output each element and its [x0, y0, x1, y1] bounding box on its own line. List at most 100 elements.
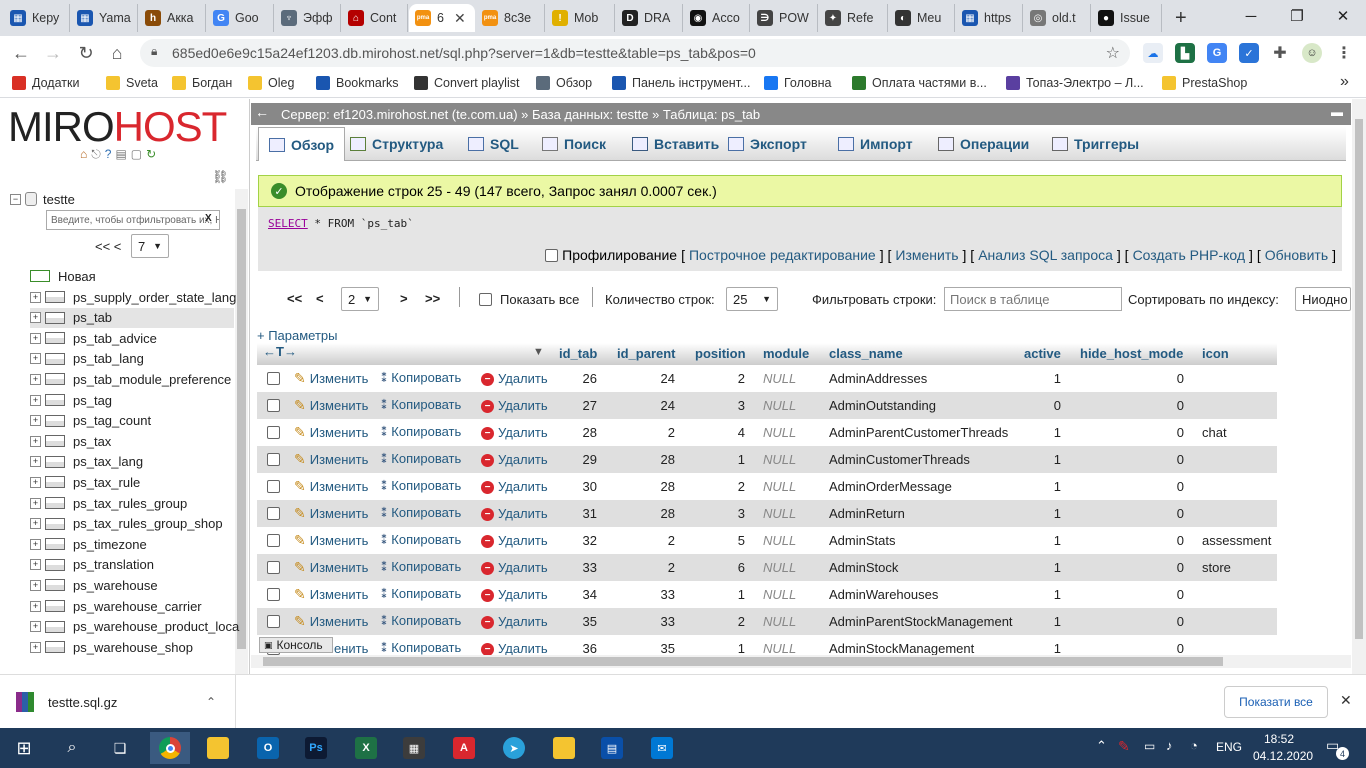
- cell-position[interactable]: 2: [738, 614, 745, 629]
- cell-id-tab[interactable]: 35: [583, 614, 597, 629]
- menu-tab[interactable]: Поиск: [532, 127, 616, 161]
- menu-tab[interactable]: Вставить: [622, 127, 729, 161]
- table-tree-item[interactable]: + ps_tax: [30, 431, 111, 451]
- delete-row-button[interactable]: − Удалить: [481, 559, 548, 575]
- column-menu-icon[interactable]: ▼: [533, 346, 544, 358]
- settings-icon[interactable]: ▢: [131, 147, 142, 162]
- cell-position[interactable]: 2: [738, 371, 745, 386]
- db-node-testte[interactable]: − testte: [10, 189, 75, 209]
- copy-row-button[interactable]: ⁑ Копировать: [381, 586, 461, 601]
- cell-hide-host-mode[interactable]: 0: [1177, 533, 1184, 548]
- table-icon[interactable]: [45, 641, 65, 654]
- table-tree-item[interactable]: + ps_tax_rule: [30, 472, 140, 492]
- bookmark-item[interactable]: Convert playlist: [414, 76, 519, 90]
- windows-start-icon[interactable]: ⊞: [4, 732, 44, 764]
- cell-module[interactable]: NULL: [763, 371, 796, 386]
- cell-active[interactable]: 1: [1054, 560, 1061, 575]
- cell-hide-host-mode[interactable]: 0: [1177, 425, 1184, 440]
- copy-row-button[interactable]: ⁑ Копировать: [381, 478, 461, 493]
- cell-class-name[interactable]: AdminParentCustomerThreads: [829, 425, 1008, 440]
- cell-id-tab[interactable]: 28: [583, 425, 597, 440]
- browser-tab[interactable]: ● Issue: [1092, 4, 1162, 32]
- cell-module[interactable]: NULL: [763, 398, 796, 413]
- cell-class-name[interactable]: AdminOrderMessage: [829, 479, 952, 494]
- expand-icon[interactable]: +: [30, 373, 41, 385]
- browser-tab[interactable]: ▦ https: [956, 4, 1023, 32]
- cell-active[interactable]: 1: [1054, 614, 1061, 629]
- puzzle-extensions-icon[interactable]: ✚: [1270, 43, 1290, 63]
- column-header[interactable]: position: [695, 346, 746, 361]
- cell-active[interactable]: 1: [1054, 641, 1061, 656]
- browser-tab[interactable]: ♆ Эфф: [275, 4, 341, 32]
- cell-id-parent[interactable]: 33: [661, 614, 675, 629]
- cell-class-name[interactable]: AdminCustomerThreads: [829, 452, 970, 467]
- table-tree-item[interactable]: + ps_translation: [30, 555, 154, 575]
- delete-row-button[interactable]: − Удалить: [481, 613, 548, 629]
- table-tree-item[interactable]: + ps_tab_advice: [30, 328, 157, 348]
- cell-class-name[interactable]: AdminReturn: [829, 506, 905, 521]
- row-checkbox[interactable]: [267, 534, 280, 547]
- home-icon[interactable]: ⌂: [80, 147, 87, 162]
- browser-tab[interactable]: pma 6 ✕: [409, 4, 475, 32]
- expand-icon[interactable]: +: [30, 641, 41, 653]
- inline-edit-link[interactable]: Построчное редактирование: [689, 247, 876, 263]
- row-checkbox[interactable]: [267, 399, 280, 412]
- bookmark-item[interactable]: Панель інструмент...: [612, 76, 750, 90]
- row-checkbox[interactable]: [267, 426, 280, 439]
- cell-module[interactable]: NULL: [763, 452, 796, 467]
- browser-tab[interactable]: ✦ Refe: [819, 4, 888, 32]
- cell-id-tab[interactable]: 34: [583, 587, 597, 602]
- nav-scrollbar-thumb[interactable]: [237, 209, 246, 649]
- clock-time[interactable]: 18:52: [1264, 732, 1294, 746]
- mirohost-logo[interactable]: MIROHOST: [8, 105, 227, 149]
- chrome-taskbar-icon[interactable]: [150, 732, 190, 764]
- star-icon[interactable]: ☆: [1106, 43, 1120, 63]
- cell-class-name[interactable]: AdminParentStockManagement: [829, 614, 1013, 629]
- collapse-top-icon[interactable]: ▬: [1331, 105, 1343, 119]
- profile-avatar[interactable]: ☺: [1302, 43, 1322, 63]
- table-icon[interactable]: [45, 455, 65, 468]
- cell-module[interactable]: NULL: [763, 506, 796, 521]
- bookmark-item[interactable]: Oleg: [248, 76, 294, 90]
- expand-icon[interactable]: +: [30, 538, 41, 550]
- window-maximize-button[interactable]: ❐: [1274, 0, 1320, 32]
- delete-row-button[interactable]: − Удалить: [481, 586, 548, 602]
- cell-id-parent[interactable]: 24: [661, 398, 675, 413]
- expand-icon[interactable]: +: [30, 312, 41, 324]
- table-icon[interactable]: [45, 476, 65, 489]
- table-icon[interactable]: [45, 332, 65, 345]
- cell-active[interactable]: 0: [1054, 398, 1061, 413]
- table-tree-item[interactable]: + ps_tax_lang: [30, 452, 143, 472]
- table-icon[interactable]: [45, 579, 65, 592]
- cell-active[interactable]: 1: [1054, 533, 1061, 548]
- reload-button[interactable]: ↻: [73, 41, 99, 65]
- address-bar[interactable]: 🔒︎ 685ed0e6e9c15a24ef1203.db.mirohost.ne…: [140, 39, 1130, 67]
- cell-active[interactable]: 1: [1054, 479, 1061, 494]
- edit-row-button[interactable]: ✎Изменить: [294, 586, 368, 603]
- edit-row-button[interactable]: ✎Изменить: [294, 505, 368, 522]
- cell-module[interactable]: NULL: [763, 560, 796, 575]
- console-toggle[interactable]: ▣ Консоль: [259, 637, 333, 653]
- tree-filter-input[interactable]: Введите, чтобы отфильтровать их, Н: [46, 210, 220, 230]
- link-icon[interactable]: ⛓: [212, 169, 229, 185]
- excel-extension-icon[interactable]: ▙: [1175, 43, 1195, 63]
- cell-id-parent[interactable]: 2: [668, 425, 675, 440]
- browser-tab[interactable]: G Goo: [207, 4, 274, 32]
- prev-page-button[interactable]: <: [316, 291, 324, 306]
- row-checkbox[interactable]: [267, 480, 280, 493]
- network-icon[interactable]: ◔: [1190, 738, 1198, 753]
- cell-id-tab[interactable]: 36: [583, 641, 597, 656]
- download-item[interactable]: testte.sql.gz ⌃: [16, 675, 236, 729]
- expand-icon[interactable]: +: [30, 621, 41, 633]
- cell-class-name[interactable]: AdminStats: [829, 533, 895, 548]
- edit-row-button[interactable]: ✎Изменить: [294, 424, 368, 441]
- copy-row-button[interactable]: ⁑ Копировать: [381, 451, 461, 466]
- cell-class-name[interactable]: AdminStockManagement: [829, 641, 974, 656]
- cell-active[interactable]: 1: [1054, 425, 1061, 440]
- browser-tab[interactable]: ◉ Acco: [684, 4, 750, 32]
- expand-icon[interactable]: +: [30, 415, 41, 427]
- tree-page-select[interactable]: 7 ▼: [131, 234, 169, 258]
- explorer-taskbar-icon[interactable]: [198, 732, 238, 764]
- column-header[interactable]: id_parent: [617, 346, 676, 361]
- cell-active[interactable]: 1: [1054, 371, 1061, 386]
